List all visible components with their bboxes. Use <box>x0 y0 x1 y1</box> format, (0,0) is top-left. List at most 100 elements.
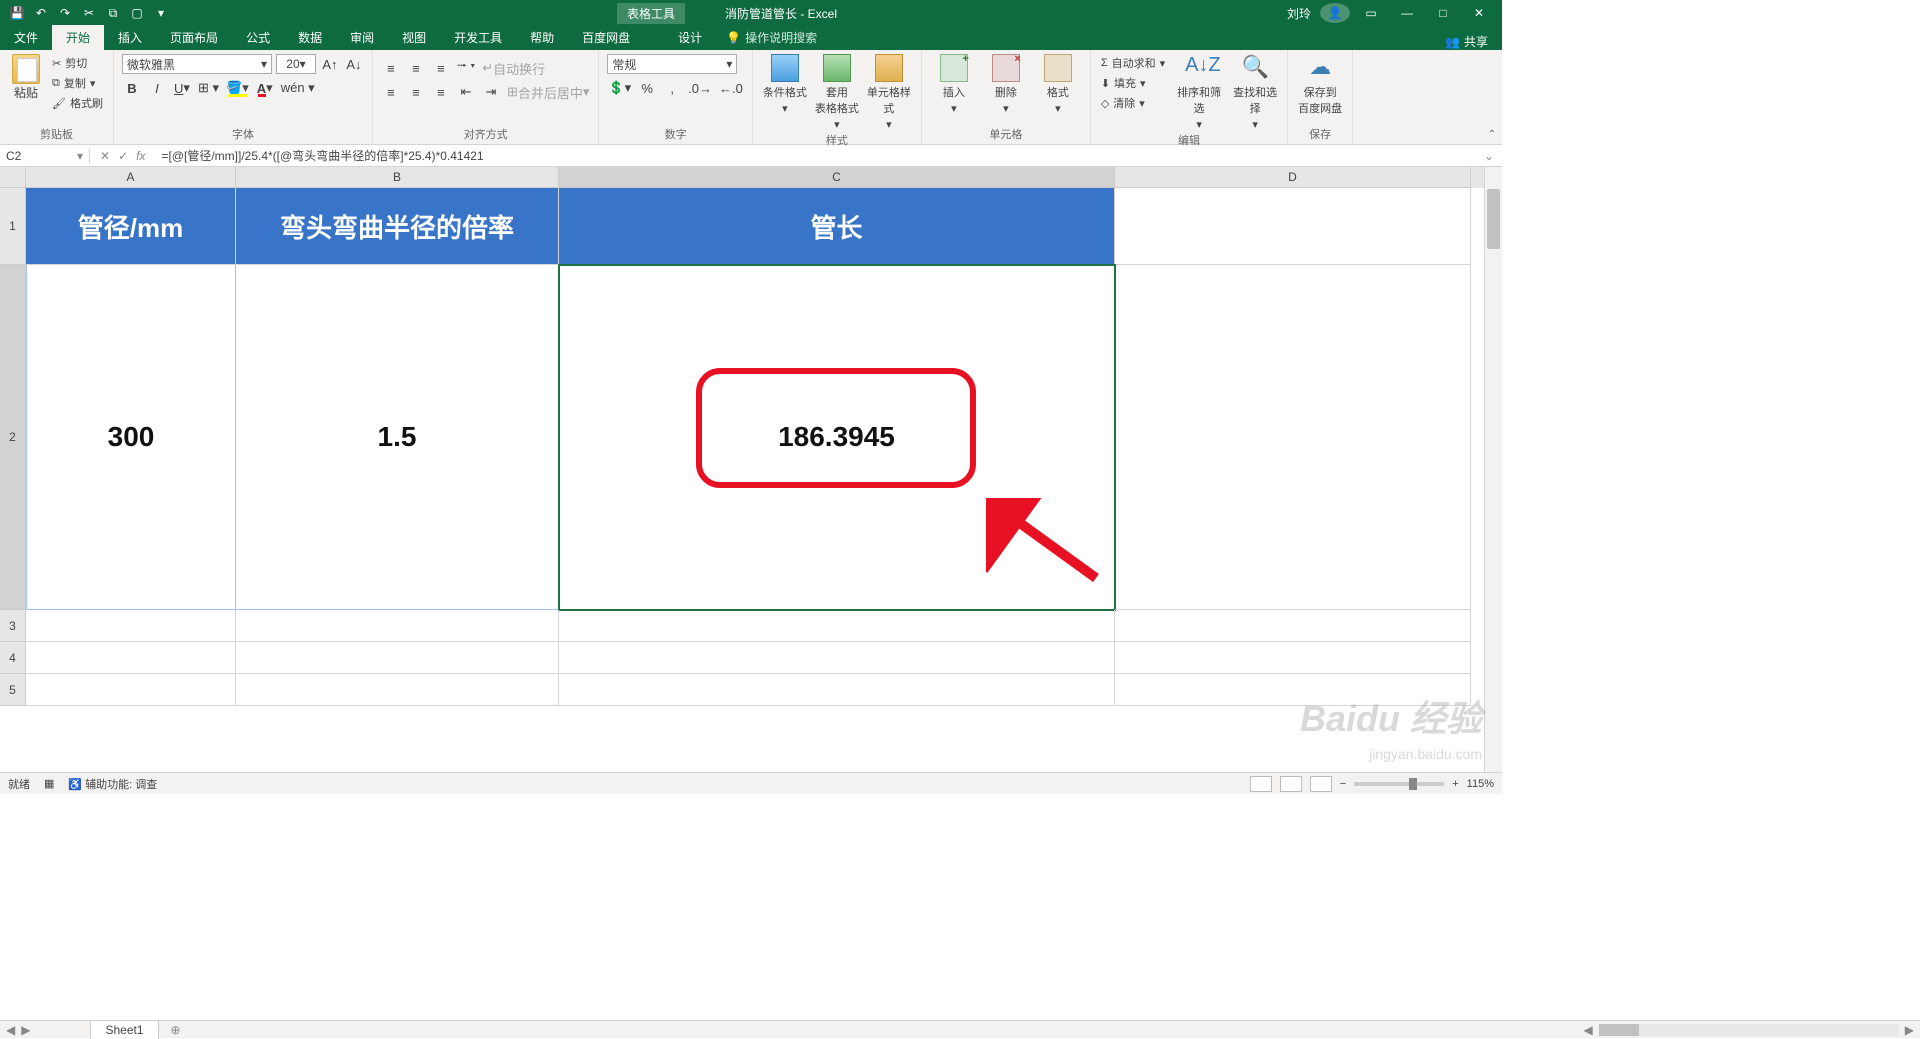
cell-c5[interactable] <box>559 674 1115 706</box>
cell-a1[interactable]: 管径/mm <box>26 188 236 265</box>
col-header-c[interactable]: C <box>559 167 1115 188</box>
currency-icon[interactable]: 💲▾ <box>607 78 632 98</box>
tell-me-search[interactable]: 💡 操作说明搜索 <box>716 25 827 50</box>
percent-icon[interactable]: % <box>637 78 657 98</box>
tab-data[interactable]: 数据 <box>284 25 336 50</box>
tab-formulas[interactable]: 公式 <box>232 25 284 50</box>
redo-icon[interactable]: ↷ <box>56 4 74 22</box>
view-normal-icon[interactable] <box>1250 776 1272 792</box>
minimize-icon[interactable]: — <box>1392 6 1422 20</box>
align-bottom-icon[interactable]: ≡ <box>431 58 451 78</box>
zoom-slider[interactable] <box>1354 782 1444 786</box>
insert-cells-button[interactable]: +插入▾ <box>930 54 978 115</box>
align-middle-icon[interactable]: ≡ <box>406 58 426 78</box>
hscroll-right-icon[interactable]: ▶ <box>1899 1023 1920 1037</box>
cell-b2[interactable]: 1.5 <box>236 265 559 610</box>
cell-a5[interactable] <box>26 674 236 706</box>
cell-b3[interactable] <box>236 610 559 642</box>
formula-input[interactable]: =[@[管径/mm]]/25.4*([@弯头弯曲半径的倍率]*25.4)*0.4… <box>155 147 1475 164</box>
enter-formula-icon[interactable]: ✓ <box>118 149 128 163</box>
fill-button[interactable]: ⬇ 填充 ▾ <box>1099 74 1167 92</box>
cell-d2[interactable] <box>1115 265 1471 610</box>
zoom-knob[interactable] <box>1409 778 1417 790</box>
cell-c4[interactable] <box>559 642 1115 674</box>
save-icon[interactable]: 💾 <box>8 4 26 22</box>
conditional-format-button[interactable]: 条件格式▾ <box>761 54 809 131</box>
tab-baidu[interactable]: 百度网盘 <box>568 25 644 50</box>
underline-button[interactable]: U ▾ <box>172 78 192 98</box>
row-header-5[interactable]: 5 <box>0 674 26 706</box>
align-top-icon[interactable]: ≡ <box>381 58 401 78</box>
collapse-ribbon-icon[interactable]: ⌃ <box>1488 129 1496 140</box>
cell-styles-button[interactable]: 单元格样式▾ <box>865 54 913 131</box>
format-painter-button[interactable]: 🖌 格式刷 <box>50 94 105 112</box>
select-all-corner[interactable] <box>0 167 26 188</box>
tab-insert[interactable]: 插入 <box>104 25 156 50</box>
horizontal-scrollbar[interactable] <box>1599 1024 1899 1036</box>
bold-button[interactable]: B <box>122 78 142 98</box>
status-accessibility[interactable]: ♿ 辅助功能: 调查 <box>68 776 157 792</box>
sheet-nav-prev-icon[interactable]: ◀ <box>0 1023 21 1037</box>
find-select-button[interactable]: 🔍查找和选择▾ <box>1231 54 1279 131</box>
italic-button[interactable]: I <box>147 78 167 98</box>
cell-b5[interactable] <box>236 674 559 706</box>
cell-b1[interactable]: 弯头弯曲半径的倍率 <box>236 188 559 265</box>
tab-view[interactable]: 视图 <box>388 25 440 50</box>
undo-icon[interactable]: ↶ <box>32 4 50 22</box>
tab-review[interactable]: 审阅 <box>336 25 388 50</box>
vertical-scrollbar[interactable] <box>1484 167 1502 772</box>
tab-home[interactable]: 开始 <box>52 25 104 50</box>
cell-d5[interactable] <box>1115 674 1471 706</box>
cell-c1[interactable]: 管长 <box>559 188 1115 265</box>
orientation-icon[interactable]: ⭬ ▾ <box>456 58 476 78</box>
user-avatar-icon[interactable]: 👤 <box>1320 3 1350 23</box>
name-box[interactable]: C2▾ <box>0 149 90 163</box>
font-color-button[interactable]: A ▾ <box>255 78 275 98</box>
cut-icon[interactable]: ✂ <box>80 4 98 22</box>
fx-icon[interactable]: fx <box>136 149 145 163</box>
view-pagebreak-icon[interactable] <box>1310 776 1332 792</box>
align-center-icon[interactable]: ≡ <box>406 82 426 102</box>
sort-filter-button[interactable]: A↓Z排序和筛选▾ <box>1175 54 1223 131</box>
tab-layout[interactable]: 页面布局 <box>156 25 232 50</box>
scroll-thumb[interactable] <box>1487 189 1500 249</box>
increase-font-icon[interactable]: A↑ <box>320 54 340 74</box>
clear-button[interactable]: ◇ 清除 ▾ <box>1099 94 1167 112</box>
customize-icon[interactable]: ▾ <box>152 4 170 22</box>
indent-dec-icon[interactable]: ⇤ <box>456 82 476 102</box>
spreadsheet-grid[interactable]: 1 2 3 4 5 A B C D 管径/mm 弯头弯曲半径的倍率 管长 300… <box>0 167 1502 772</box>
comma-icon[interactable]: , <box>662 78 682 98</box>
zoom-in-icon[interactable]: + <box>1452 778 1458 790</box>
autosum-button[interactable]: Σ 自动求和 ▾ <box>1099 54 1167 72</box>
copy-icon[interactable]: ⧉ <box>104 4 122 22</box>
font-size-combo[interactable]: 20 ▾ <box>276 54 316 74</box>
border-button[interactable]: ⊞ ▾ <box>197 78 220 98</box>
sheet-nav-next-icon[interactable]: ▶ <box>21 1023 30 1037</box>
cell-a2[interactable]: 300 <box>26 265 236 610</box>
share-button[interactable]: 👥 共享 <box>1431 33 1502 50</box>
close-icon[interactable]: ✕ <box>1464 6 1494 20</box>
decrease-font-icon[interactable]: A↓ <box>344 54 364 74</box>
expand-formula-icon[interactable]: ⌄ <box>1476 149 1502 163</box>
cell-d4[interactable] <box>1115 642 1471 674</box>
cell-a4[interactable] <box>26 642 236 674</box>
table-format-button[interactable]: 套用 表格格式▾ <box>813 54 861 131</box>
cut-button[interactable]: ✂ 剪切 <box>50 54 105 72</box>
tab-help[interactable]: 帮助 <box>516 25 568 50</box>
indent-inc-icon[interactable]: ⇥ <box>481 82 501 102</box>
increase-decimal-icon[interactable]: .0→ <box>687 78 713 98</box>
maximize-icon[interactable]: □ <box>1428 6 1458 20</box>
hscroll-thumb[interactable] <box>1599 1024 1639 1036</box>
cancel-formula-icon[interactable]: ✕ <box>100 149 110 163</box>
number-format-combo[interactable]: 常规▾ <box>607 54 737 74</box>
row-header-1[interactable]: 1 <box>0 188 26 265</box>
save-to-baidu-button[interactable]: ☁保存到 百度网盘 <box>1296 54 1344 116</box>
hscroll-left-icon[interactable]: ◀ <box>1578 1023 1599 1037</box>
merge-button[interactable]: ⊞ 合并后居中 ▾ <box>506 82 590 102</box>
cell-c3[interactable] <box>559 610 1115 642</box>
col-header-a[interactable]: A <box>26 167 236 188</box>
phonetic-button[interactable]: wén ▾ <box>280 78 316 98</box>
cell-d1[interactable] <box>1115 188 1471 265</box>
sheet-tab-1[interactable]: Sheet1 <box>90 1020 158 1039</box>
col-header-d[interactable]: D <box>1115 167 1471 188</box>
